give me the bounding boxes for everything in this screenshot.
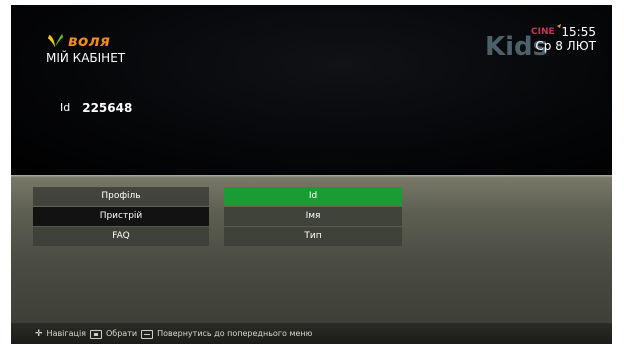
sub-item-name[interactable]: Імя: [224, 207, 402, 226]
clock: 15:55 Ср 8 ЛЮТ: [535, 25, 596, 53]
id-label: Id: [60, 101, 71, 114]
time: 15:55: [561, 25, 596, 39]
sub-item-id[interactable]: Id: [224, 187, 402, 206]
date: Ср 8 ЛЮТ: [535, 39, 596, 53]
menu-item-device[interactable]: Пристрій: [33, 207, 209, 226]
menu-area: Профіль Пристрій FAQ Id Імя Тип: [11, 175, 612, 323]
sub-item-type[interactable]: Тип: [224, 227, 402, 246]
account-id-row: Id 225648: [60, 101, 132, 115]
volia-logo-icon: [47, 33, 64, 48]
header-area: воля МІЙ КАБІНЕТ Id 225648 Kids CINE 15:…: [11, 5, 612, 175]
dpad-icon: ✛: [35, 328, 43, 339]
tv-screen: воля МІЙ КАБІНЕТ Id 225648 Kids CINE 15:…: [11, 5, 612, 344]
nav-hint: Навігація: [46, 329, 86, 338]
back-button-icon: [141, 330, 154, 339]
sub-menu: Id Імя Тип: [224, 187, 402, 247]
select-hint: Обрати: [106, 329, 138, 338]
page-title: МІЙ КАБІНЕТ: [46, 51, 126, 65]
menu-item-faq[interactable]: FAQ: [33, 227, 209, 246]
id-value: 225648: [82, 101, 133, 115]
ok-button-icon: [90, 330, 102, 339]
brand-logo: воля: [46, 32, 110, 50]
menu-item-profile[interactable]: Профіль: [33, 187, 209, 206]
footer-hints: ✛ Навігація Обрати Повернутись до попере…: [11, 323, 612, 344]
back-hint: Повернутись до попереднього меню: [157, 329, 313, 338]
brand-name: воля: [68, 32, 111, 50]
main-menu: Профіль Пристрій FAQ: [33, 187, 209, 247]
